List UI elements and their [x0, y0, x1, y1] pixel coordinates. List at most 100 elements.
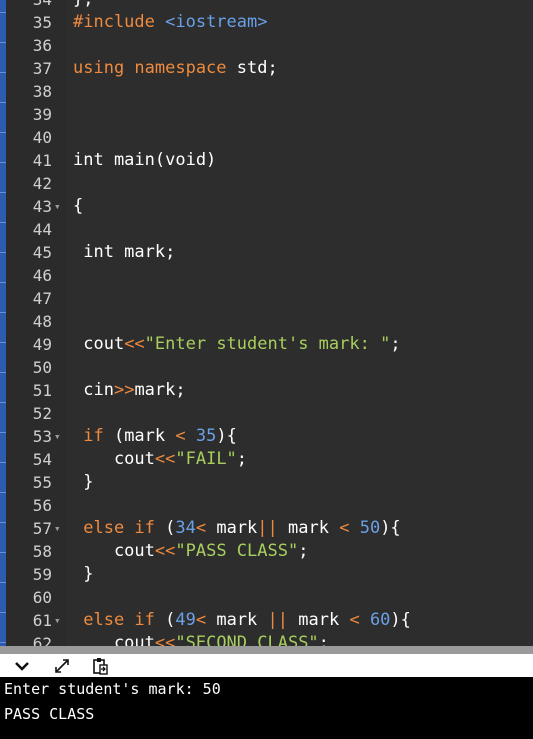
code-line[interactable]: 42 — [0, 172, 533, 195]
code-line[interactable]: 44 — [0, 218, 533, 241]
code-line[interactable]: 61 ▾ else if (49< mark || mark < 60){ — [0, 609, 533, 632]
console-toolbar — [0, 654, 533, 677]
code-line[interactable]: 57 ▾ else if (34< mark|| mark < 50){ — [0, 517, 533, 540]
code-line[interactable]: 40 — [0, 126, 533, 149]
code-token: < — [195, 610, 207, 630]
code-token: ; — [236, 449, 248, 469]
line-number: 45 — [32, 243, 52, 262]
console-line: Enter student's mark: 50 — [4, 680, 221, 698]
code-token: 60 — [369, 610, 391, 630]
code-line[interactable]: 38 — [0, 80, 533, 103]
code-line[interactable]: 43 ▾ { — [0, 195, 533, 218]
code-line[interactable]: 39 — [0, 103, 533, 126]
code-token: ){ — [380, 518, 401, 538]
code-token: || — [267, 610, 289, 630]
fold-arrow-icon[interactable]: ▾ — [54, 195, 61, 218]
code-line[interactable]: 35 #include <iostream> — [0, 11, 533, 34]
code-token: mark — [206, 518, 258, 538]
code-line[interactable]: 37 using namespace std; — [0, 57, 533, 80]
line-number: 51 — [32, 381, 52, 400]
code-line[interactable]: 52 — [0, 402, 533, 425]
code-token: ; — [390, 334, 401, 354]
code-token: < — [195, 518, 207, 538]
expand-icon[interactable] — [52, 656, 72, 675]
code-line[interactable]: 58 cout<<"PASS CLASS"; — [0, 540, 533, 563]
code-text: cout<<"PASS CLASS"; — [73, 540, 309, 563]
line-number: 34 — [6, 0, 52, 11]
code-token: < — [175, 426, 186, 446]
code-line[interactable]: 47 — [0, 287, 533, 310]
code-token: "Enter student's mark: " — [144, 334, 391, 354]
paste-icon[interactable] — [90, 656, 110, 675]
line-number: 41 — [32, 151, 52, 170]
code-token: << — [154, 449, 176, 469]
code-token: else if — [73, 518, 155, 538]
code-text: cin>>mark; — [73, 379, 185, 402]
code-token: std; — [236, 58, 278, 78]
line-number: 43 — [32, 197, 52, 216]
code-line[interactable]: 60 — [0, 586, 533, 609]
line-number: 39 — [32, 105, 52, 124]
code-line[interactable]: 41 int main(void) — [0, 149, 533, 172]
code-text: int mark; — [73, 241, 175, 264]
code-line[interactable]: 49 cout<<"Enter student's mark: "; — [0, 333, 533, 356]
code-line[interactable]: 56 — [0, 494, 533, 517]
code-token: 35 — [195, 426, 217, 446]
line-number: 54 — [32, 450, 52, 469]
line-number: 59 — [32, 565, 52, 584]
line-number: 48 — [32, 312, 52, 331]
code-text: #include <iostream> — [73, 11, 267, 34]
line-number: 61 — [32, 611, 52, 630]
code-text: cout<<"FAIL"; — [73, 448, 247, 471]
code-text: }; — [73, 0, 94, 11]
line-number: 47 — [32, 289, 52, 308]
fold-arrow-icon[interactable]: ▾ — [54, 517, 61, 540]
code-token: } — [73, 564, 94, 584]
code-line[interactable]: 46 — [0, 264, 533, 287]
code-token: cout — [73, 541, 155, 561]
code-line[interactable]: 55 } — [0, 471, 533, 494]
code-line[interactable]: 36 — [0, 34, 533, 57]
code-token: "SECOND CLASS" — [175, 633, 319, 646]
horizontal-scrollbar[interactable] — [0, 646, 533, 654]
code-token: cin — [73, 380, 114, 400]
line-number: 52 — [32, 404, 52, 423]
code-line[interactable]: 34}; — [0, 0, 533, 11]
line-number: 62 — [32, 634, 52, 646]
code-line[interactable]: 50 — [0, 356, 533, 379]
code-line[interactable]: 53 ▾ if (mark < 35){ — [0, 425, 533, 448]
code-token: < — [339, 518, 350, 538]
code-token: "FAIL" — [175, 449, 237, 469]
fold-arrow-icon[interactable]: ▾ — [54, 609, 61, 632]
fold-arrow-icon[interactable]: ▾ — [54, 425, 61, 448]
code-text: else if (49< mark || mark < 60){ — [73, 609, 411, 632]
code-line[interactable]: 48 — [0, 310, 533, 333]
line-number: 44 — [32, 220, 52, 239]
code-token: ; — [83, 0, 93, 9]
code-text: if (mark < 35){ — [73, 425, 237, 448]
line-number: 56 — [32, 496, 52, 515]
code-line[interactable]: 62 cout<<"SECOND CLASS"; — [0, 632, 533, 646]
line-number: 35 — [32, 13, 52, 32]
code-token: } — [73, 0, 83, 9]
console-output: Enter student's mark: 50 PASS CLASS — [0, 677, 533, 739]
line-number: 49 — [32, 335, 52, 354]
console-line: PASS CLASS — [4, 705, 95, 723]
code-token: mark — [288, 610, 350, 630]
code-line[interactable]: 45 int mark; — [0, 241, 533, 264]
line-number: 58 — [32, 542, 52, 561]
code-line[interactable]: 59 } — [0, 563, 533, 586]
code-token: else if — [73, 610, 155, 630]
line-number: 57 — [32, 519, 52, 538]
code-editor[interactable]: 34}; 35 #include <iostream> 36 37 using names… — [0, 0, 533, 646]
line-number: 46 — [32, 266, 52, 285]
line-number: 40 — [32, 128, 52, 147]
code-token: "PASS CLASS" — [175, 541, 299, 561]
code-text: else if (34< mark|| mark < 50){ — [73, 517, 401, 540]
code-line[interactable]: 54 cout<<"FAIL"; — [0, 448, 533, 471]
code-line[interactable]: 51 cin>>mark; — [0, 379, 533, 402]
chevron-down-icon[interactable] — [12, 656, 32, 675]
